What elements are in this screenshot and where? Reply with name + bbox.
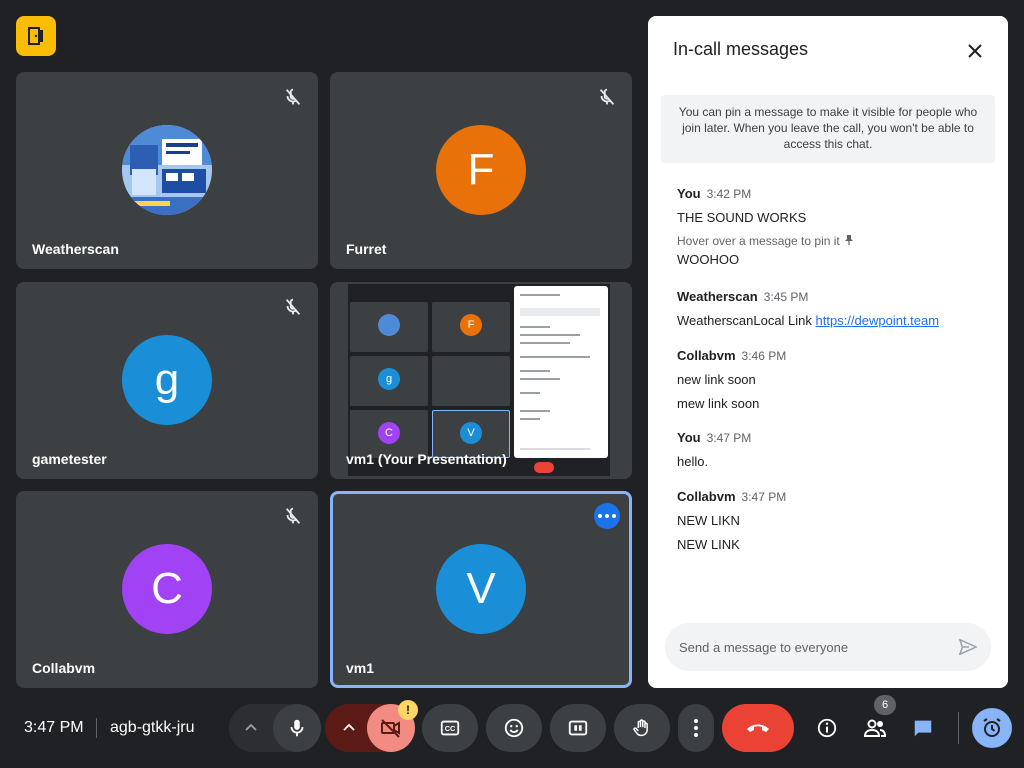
panel-title: In-call messages xyxy=(673,39,809,59)
presentation-preview: F g C V xyxy=(348,284,610,476)
meeting-code: agb-gtkk-jru xyxy=(110,719,195,736)
message-link[interactable]: https://dewpoint.team xyxy=(816,313,940,328)
activities-icon xyxy=(983,718,1001,737)
close-icon[interactable] xyxy=(962,38,988,64)
raise-hand-button[interactable] xyxy=(614,704,670,752)
participant-count-badge: 6 xyxy=(874,695,896,715)
chat-panel: In-call messages You can pin a message t… xyxy=(648,16,1008,688)
message-time: 3:47 PM xyxy=(741,490,787,504)
message-sender: Collabvm xyxy=(677,348,736,363)
captions-icon: CC xyxy=(440,720,460,736)
participant-name: Collabvm xyxy=(32,660,96,676)
present-icon xyxy=(568,720,588,736)
message-text[interactable]: NEW LINK xyxy=(677,537,997,555)
pin-hint: Hover over a message to pin it xyxy=(677,232,997,250)
participant-tile-vm1[interactable]: V vm1 xyxy=(330,491,632,688)
message-group: You 3:42 PM THE SOUND WORKS Hover over a … xyxy=(677,186,997,270)
message-input[interactable] xyxy=(679,623,949,671)
app-logo-icon xyxy=(16,16,56,56)
meeting-details-button[interactable] xyxy=(811,712,843,744)
message-text[interactable]: new link soon xyxy=(677,372,997,390)
send-icon[interactable] xyxy=(957,636,979,658)
pin-notice: You can pin a message to make it visible… xyxy=(661,95,995,163)
chat-button[interactable] xyxy=(907,712,939,744)
message-text[interactable]: THE SOUND WORKS xyxy=(677,210,997,228)
emoji-icon xyxy=(504,718,524,738)
message-time: 3:47 PM xyxy=(706,431,752,445)
message-group: Collabvm 3:46 PM new link soon mew link s… xyxy=(677,348,997,414)
mic-off-icon xyxy=(596,86,618,108)
message-group: You 3:47 PM hello. xyxy=(677,430,997,472)
mic-icon xyxy=(290,719,304,737)
message-text[interactable]: WeatherscanLocal Link https://dewpoint.t… xyxy=(677,313,997,331)
participant-name: vm1 xyxy=(346,660,375,676)
people-icon xyxy=(863,719,887,737)
message-sender: Weatherscan xyxy=(677,289,758,304)
avatar: C xyxy=(122,544,212,634)
mic-off-icon xyxy=(282,296,304,318)
chevron-up-icon[interactable] xyxy=(243,720,259,741)
people-button[interactable] xyxy=(859,712,891,744)
message-time: 3:46 PM xyxy=(741,349,787,363)
info-icon xyxy=(817,718,837,738)
message-text[interactable]: mew link soon xyxy=(677,396,997,414)
emoji-button[interactable] xyxy=(486,704,542,752)
more-options-icon xyxy=(694,719,698,737)
svg-text:CC: CC xyxy=(445,724,456,733)
chat-icon xyxy=(914,720,932,737)
hang-up-icon xyxy=(747,724,769,732)
message-group: Weatherscan 3:45 PM WeatherscanLocal Link… xyxy=(677,289,997,331)
activities-button[interactable] xyxy=(972,708,1012,748)
mic-off-icon xyxy=(282,505,304,527)
avatar: V xyxy=(436,544,526,634)
participant-tile-collabvm[interactable]: C Collabvm xyxy=(16,491,318,688)
avatar: g xyxy=(122,335,212,425)
participant-tile-gametester[interactable]: g gametester xyxy=(16,282,318,479)
participant-name: gametester xyxy=(32,451,107,467)
message-composer xyxy=(665,623,991,671)
message-group: Collabvm 3:47 PM NEW LIKN NEW LINK xyxy=(677,489,997,555)
meeting-clock: 3:47 PM xyxy=(24,719,84,736)
avatar: F xyxy=(436,125,526,215)
pin-icon[interactable] xyxy=(844,234,854,249)
message-sender: You xyxy=(677,186,701,201)
mic-button[interactable] xyxy=(273,704,321,752)
chevron-up-icon[interactable] xyxy=(341,720,357,741)
message-time: 3:45 PM xyxy=(763,290,809,304)
mic-off-icon xyxy=(282,86,304,108)
message-sender: You xyxy=(677,430,701,445)
participant-name: Weatherscan xyxy=(32,241,119,257)
divider xyxy=(958,712,959,744)
camera-off-icon xyxy=(381,719,400,738)
leave-call-button[interactable] xyxy=(722,704,794,752)
message-text[interactable]: WOOHOO xyxy=(677,252,997,270)
message-sender: Collabvm xyxy=(677,489,736,504)
warning-badge-icon: ! xyxy=(398,700,418,720)
present-button[interactable] xyxy=(550,704,606,752)
message-time: 3:42 PM xyxy=(706,187,752,201)
avatar xyxy=(122,125,212,215)
more-options-button[interactable] xyxy=(678,704,714,752)
participant-tile-furret[interactable]: F Furret xyxy=(330,72,632,269)
participant-name: vm1 (Your Presentation) xyxy=(346,451,507,467)
more-options-button[interactable] xyxy=(594,503,620,529)
mic-control-group xyxy=(229,704,321,752)
captions-button[interactable]: CC xyxy=(422,704,478,752)
divider xyxy=(96,718,97,738)
message-text[interactable]: hello. xyxy=(677,454,997,472)
raise-hand-icon xyxy=(633,719,648,737)
message-text[interactable]: NEW LIKN xyxy=(677,513,997,531)
participant-name: Furret xyxy=(346,241,387,257)
participant-tile-weatherscan[interactable]: Weatherscan xyxy=(16,72,318,269)
presentation-tile[interactable]: F g C V vm1 (Your Presentation) xyxy=(330,282,632,479)
